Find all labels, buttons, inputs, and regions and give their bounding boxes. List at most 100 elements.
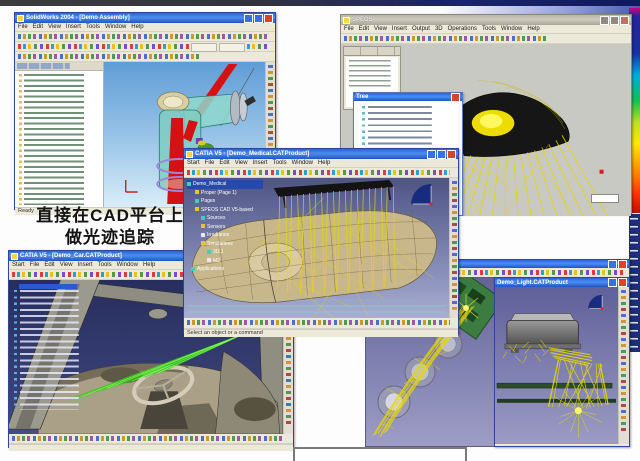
menu-item[interactable]: File bbox=[205, 159, 215, 167]
titlebar-catia-main[interactable]: CATIA V5 - [Demo_Medical.CATProduct] bbox=[184, 149, 458, 159]
menu-item[interactable]: Window bbox=[105, 23, 126, 31]
source-grille-bar bbox=[274, 180, 395, 197]
menu-item[interactable]: Tools bbox=[273, 159, 287, 167]
tree-item[interactable]: 3D.1 bbox=[207, 248, 263, 257]
menu-item[interactable]: File bbox=[18, 23, 28, 31]
menu-item[interactable]: Edit bbox=[33, 23, 43, 31]
catia-toolbar-vertical[interactable] bbox=[449, 178, 458, 318]
cutoff-text-panel bbox=[629, 214, 640, 352]
menu-item[interactable]: View bbox=[235, 159, 248, 167]
titlebar-backlight[interactable]: Demo_Light.CATProduct bbox=[495, 278, 629, 287]
maximize-button[interactable] bbox=[254, 14, 263, 23]
close-button[interactable] bbox=[620, 16, 629, 25]
menu-item[interactable]: Help bbox=[131, 23, 143, 31]
window-title: Demo_Light.CATProduct bbox=[497, 278, 606, 288]
menu-item[interactable]: Tools bbox=[482, 25, 496, 33]
tree-item[interactable]: Proper (Page 1) bbox=[195, 189, 263, 198]
catia-tree-overlay[interactable] bbox=[11, 282, 95, 410]
toolbar-bottom-hud[interactable] bbox=[9, 434, 293, 444]
compass-icon[interactable] bbox=[411, 184, 433, 206]
menu-item[interactable]: Edit bbox=[359, 25, 369, 33]
menu-item[interactable]: Edit bbox=[219, 159, 229, 167]
menu-item[interactable]: Window bbox=[501, 25, 522, 33]
tree-item[interactable]: Applications bbox=[191, 265, 263, 274]
menu-item[interactable]: File bbox=[30, 261, 40, 269]
menu-item[interactable]: Insert bbox=[392, 25, 407, 33]
menubar-catia-main: Start File Edit View Insert Tools Window Help bbox=[184, 159, 458, 168]
minimize-button[interactable] bbox=[244, 14, 253, 23]
tree-item[interactable]: Demo_Medical bbox=[187, 180, 263, 189]
minimize-button[interactable] bbox=[427, 150, 436, 159]
minimize-button[interactable] bbox=[608, 278, 617, 287]
tree-item[interactable]: M2 bbox=[207, 257, 263, 266]
menu-item[interactable]: View bbox=[48, 23, 61, 31]
palette-titlebar[interactable]: Tree bbox=[354, 93, 462, 101]
cutoff-text-box bbox=[293, 447, 467, 461]
menu-item[interactable]: Start bbox=[187, 159, 200, 167]
menu-item[interactable]: Tools bbox=[86, 23, 100, 31]
close-button[interactable] bbox=[618, 278, 627, 287]
window-controls bbox=[608, 278, 627, 287]
tree-item[interactable]: Sources bbox=[201, 214, 263, 223]
sketch-mode-button[interactable] bbox=[219, 43, 245, 52]
close-button[interactable] bbox=[447, 150, 456, 159]
menu-item[interactable]: File bbox=[344, 25, 354, 33]
slide-caption: 直接在CAD平台上 做光迹追踪 bbox=[20, 205, 200, 249]
toolbar-catia-main[interactable] bbox=[184, 168, 458, 178]
catia-main-viewport[interactable]: Demo_MedicalProper (Page 1)PagesSPEOS CA… bbox=[184, 178, 449, 318]
feature-tree-panel[interactable] bbox=[15, 62, 104, 207]
assembly-mode-button[interactable] bbox=[191, 43, 217, 52]
palette-close-button[interactable] bbox=[451, 93, 460, 102]
menu-item[interactable]: Insert bbox=[78, 261, 93, 269]
toolbar-speos[interactable] bbox=[341, 34, 631, 44]
menubar-solidworks: File Edit View Insert Tools Window Help bbox=[15, 23, 275, 32]
source-hotspot bbox=[463, 305, 469, 311]
menu-item[interactable]: Insert bbox=[66, 23, 81, 31]
window-controls bbox=[600, 16, 629, 25]
menu-item[interactable]: Help bbox=[527, 25, 539, 33]
selected-tree-item[interactable] bbox=[19, 284, 77, 289]
menu-item[interactable]: Operations bbox=[448, 25, 477, 33]
feature-tree-tabs[interactable] bbox=[15, 62, 103, 71]
backlight-toolbar-vertical[interactable] bbox=[618, 287, 629, 444]
menu-item[interactable]: Tools bbox=[98, 261, 112, 269]
titlebar-solidworks[interactable]: SolidWorks 2004 - [Demo Assembly] bbox=[15, 13, 275, 23]
tree-item[interactable]: Simulations bbox=[201, 240, 263, 249]
menu-item[interactable]: View bbox=[60, 261, 73, 269]
menubar-speos: File Edit View Insert Output 3D Operations Tool… bbox=[341, 25, 631, 34]
menu-item[interactable]: Edit bbox=[44, 261, 54, 269]
menu-item[interactable]: Help bbox=[318, 159, 330, 167]
menu-item[interactable]: Start bbox=[12, 261, 25, 269]
titlebar-speos[interactable]: SPEOS bbox=[341, 15, 631, 25]
tree-item[interactable]: Pages bbox=[195, 197, 263, 206]
tree-item[interactable]: Sensors bbox=[201, 223, 263, 232]
tree-item[interactable]: Irradiance bbox=[201, 231, 263, 240]
lamp-housing bbox=[507, 320, 578, 346]
tree-item[interactable]: SPEOS CAD V5-based bbox=[195, 206, 263, 215]
toolbar-standard[interactable] bbox=[15, 32, 275, 42]
compass-icon[interactable] bbox=[588, 295, 603, 310]
panel-tabs[interactable] bbox=[344, 47, 400, 56]
window-title: SPEOS bbox=[352, 15, 598, 25]
toolbar-view[interactable] bbox=[15, 42, 275, 52]
axis-triad bbox=[126, 180, 138, 192]
maximize-button[interactable] bbox=[437, 150, 446, 159]
status-bar-hud bbox=[9, 444, 293, 451]
toolbar-bottom-catia[interactable] bbox=[184, 318, 458, 329]
toolbar-assembly[interactable] bbox=[15, 52, 275, 62]
maximize-button[interactable] bbox=[610, 16, 619, 25]
menu-item[interactable]: View bbox=[374, 25, 387, 33]
menu-item[interactable]: Window bbox=[292, 159, 313, 167]
menu-item[interactable]: Insert bbox=[253, 159, 268, 167]
speos-app-icon bbox=[343, 17, 350, 24]
menu-item[interactable]: Output bbox=[412, 25, 430, 33]
viewport-backlight[interactable] bbox=[495, 287, 618, 444]
close-button[interactable] bbox=[264, 14, 273, 23]
menu-item[interactable]: Window bbox=[117, 261, 138, 269]
palette-title: Tree bbox=[356, 92, 449, 102]
minimize-button[interactable] bbox=[600, 16, 609, 25]
feature-tree-items[interactable] bbox=[15, 72, 101, 205]
menu-item[interactable]: Help bbox=[143, 261, 155, 269]
menu-item[interactable]: 3D bbox=[435, 25, 443, 33]
slide-canvas: SolidWorks 2004 - [Demo Assembly] File Ed… bbox=[0, 0, 640, 461]
